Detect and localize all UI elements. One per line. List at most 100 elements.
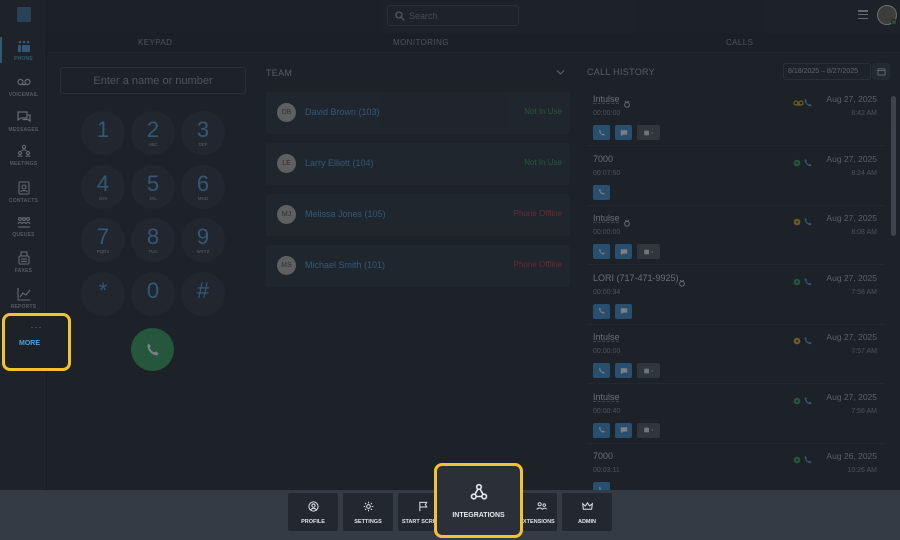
nav-item-voicemail[interactable]: VOICEMAIL xyxy=(0,73,47,107)
call-date: Aug 27, 2025 xyxy=(826,391,877,402)
call-back-button[interactable] xyxy=(593,244,610,259)
key-8[interactable]: 8 TUV xyxy=(131,218,175,262)
call-back-button[interactable] xyxy=(593,125,610,140)
key-letters: GHI xyxy=(98,195,107,201)
nav-item-messages[interactable]: MESSAGES xyxy=(0,108,47,142)
call-back-button[interactable] xyxy=(593,363,610,378)
more-icon xyxy=(643,130,653,135)
more-actions-button[interactable] xyxy=(637,244,660,259)
key-2[interactable]: 2 ABC xyxy=(131,111,175,155)
caller-name[interactable]: LORI (717-471-9925) xyxy=(593,273,679,283)
answered-status-icon xyxy=(793,393,813,404)
more-actions-button[interactable] xyxy=(637,422,660,438)
voicemail-icon xyxy=(16,75,31,89)
member-name: David Brown (103) xyxy=(305,107,380,117)
chevron-down-icon[interactable] xyxy=(556,69,565,76)
call-history-item[interactable]: 7000 00:07:50 Aug 27, 2025 8:24 AM xyxy=(587,148,885,206)
key-digit: 0 xyxy=(146,277,160,303)
phone-icon xyxy=(598,129,605,136)
contacts-icon xyxy=(17,181,31,195)
tab-monitoring[interactable]: MONITORING xyxy=(393,38,449,47)
phone-icon xyxy=(598,426,605,433)
member-name: Larry Elliott (104) xyxy=(305,158,374,168)
nav-item-faxes[interactable]: FAXES xyxy=(0,249,47,283)
profile-label: PROFILE xyxy=(301,519,325,525)
team-member[interactable]: MJ Melissa Jones (105) Phone Offline xyxy=(266,194,570,236)
admin-label: ADMIN xyxy=(577,519,597,525)
dial-input[interactable]: Enter a name or number xyxy=(60,67,246,94)
tab-calls[interactable]: CALLS xyxy=(726,38,753,47)
call-history-item[interactable]: Intulse 00:00:00 Aug 27, 2025 8:42 AM xyxy=(587,88,885,146)
search-field[interactable]: Search xyxy=(387,5,519,26)
caller-name[interactable]: Intulse xyxy=(593,213,620,223)
key-7[interactable]: 7 PQRS xyxy=(81,218,125,262)
call-time: 7:57 AM xyxy=(851,348,877,355)
call-time: 7:56 AM xyxy=(851,407,877,415)
key-5[interactable]: 5 JKL xyxy=(131,165,175,209)
nav-item-queues[interactable]: QUEUES xyxy=(0,213,47,247)
team-member[interactable]: LE Larry Elliott (104) Not In Use xyxy=(266,143,570,185)
caller-name[interactable]: 7000 xyxy=(593,154,613,164)
profile-button[interactable]: PROFILE xyxy=(288,493,338,531)
more-actions-button[interactable] xyxy=(637,125,660,140)
integrations-button[interactable]: INTEGRATIONS xyxy=(434,463,523,538)
key-3[interactable]: 3 DEF xyxy=(181,111,225,155)
member-name: Melissa Jones (105) xyxy=(305,209,386,219)
tab-keypad[interactable]: KEYPAD xyxy=(138,38,172,47)
nav-item-label: VOICEMAIL xyxy=(8,92,39,98)
settings-button[interactable]: SETTINGS xyxy=(343,493,393,531)
more-dots-icon: ··· xyxy=(30,322,43,332)
call-history-item[interactable]: LORI (717-471-9925) 00:00:34 Aug 27, 2025 7… xyxy=(587,267,885,325)
message-icon xyxy=(620,427,627,434)
key-4[interactable]: 4 GHI xyxy=(81,165,125,209)
call-duration: 00:00:00 xyxy=(593,110,621,117)
queues-icon xyxy=(16,215,31,229)
message-icon xyxy=(620,248,627,255)
scrollbar[interactable] xyxy=(891,96,896,236)
call-history-item[interactable]: Intulse 00:00:00 Aug 27, 2025 8:08 AM xyxy=(587,207,885,265)
call-back-button[interactable] xyxy=(593,482,610,490)
key-6[interactable]: 6 MNO xyxy=(181,165,225,209)
message-button[interactable] xyxy=(615,363,632,378)
more-actions-button[interactable] xyxy=(637,363,660,378)
key-0[interactable]: 0 xyxy=(131,272,175,316)
message-button[interactable] xyxy=(615,125,632,140)
call-history-item[interactable]: Intulse 00:00:40 Aug 27, 2025 7:56 AM xyxy=(587,386,885,444)
profile-icon xyxy=(307,501,319,512)
call-button[interactable] xyxy=(131,328,174,371)
team-member[interactable]: MS Michael Smith (101) Phone Offline xyxy=(266,245,570,287)
message-button[interactable] xyxy=(615,422,632,438)
key-digit: 6 xyxy=(196,170,210,196)
caller-name[interactable]: Intulse xyxy=(593,332,620,342)
call-history-item[interactable]: 7000 00:03:11 Aug 26, 2025 10:26 AM xyxy=(587,445,885,490)
calendar-button[interactable] xyxy=(872,63,890,80)
message-button[interactable] xyxy=(615,303,632,319)
nav-item-label: REPORTS xyxy=(10,304,37,310)
key-letters: JKL xyxy=(149,195,157,201)
key-1[interactable]: 1 xyxy=(81,111,125,155)
key-digit: 2 xyxy=(146,116,160,142)
message-button[interactable] xyxy=(615,244,632,259)
caller-name[interactable]: Intulse xyxy=(593,392,620,402)
nav-item-phone[interactable]: PHONE xyxy=(0,37,47,71)
nav-item-meetings[interactable]: MEETINGS xyxy=(0,142,47,176)
call-history-item[interactable]: Intulse 00:00:00 Aug 27, 2025 7:57 AM xyxy=(587,326,885,384)
member-status: Phone Offline xyxy=(513,260,562,269)
key-hash[interactable]: # xyxy=(181,272,225,316)
menu-icon[interactable] xyxy=(858,10,868,20)
nav-item-contacts[interactable]: CONTACTS xyxy=(0,179,47,213)
caller-name[interactable]: 7000 xyxy=(593,451,613,461)
team-member[interactable]: DB David Brown (103) Not In Use xyxy=(266,92,570,134)
admin-button[interactable]: ADMIN xyxy=(562,493,612,531)
caller-name[interactable]: Intulse xyxy=(593,94,620,104)
nav-item-more[interactable]: ··· MORE xyxy=(2,313,71,371)
member-status: Not In Use xyxy=(524,158,562,167)
date-range-field[interactable]: 8/18/2025 – 8/27/2025 xyxy=(783,63,871,80)
call-back-button[interactable] xyxy=(593,422,610,438)
call-back-button[interactable] xyxy=(593,303,610,319)
date-range-value: 8/18/2025 – 8/27/2025 xyxy=(788,68,859,75)
key-star[interactable]: * xyxy=(81,272,125,316)
call-back-button[interactable] xyxy=(593,184,610,200)
left-nav: PHONE VOICEMAIL MESSAGES MEETINGS CONTAC… xyxy=(0,0,47,490)
key-9[interactable]: 9 WXYZ xyxy=(181,218,225,262)
